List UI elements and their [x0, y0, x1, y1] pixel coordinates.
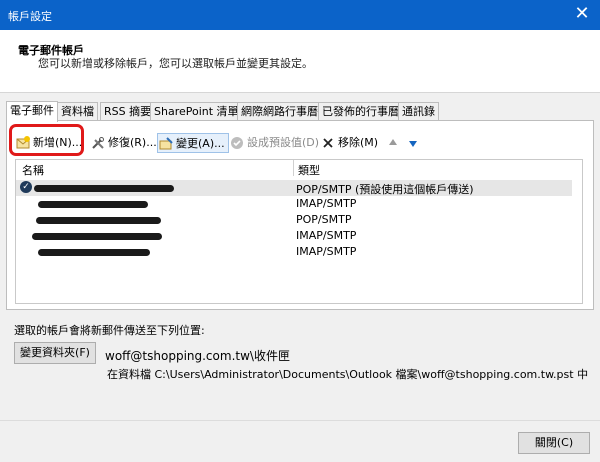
window-title: 帳戶設定 — [8, 10, 52, 23]
tab-strip: 電子郵件 資料檔 RSS 摘要 SharePoint 清單 網際網路行事曆 已發… — [6, 101, 594, 122]
tab-data-files[interactable]: 資料檔 — [57, 102, 98, 120]
new-mail-icon — [15, 135, 31, 151]
close-icon[interactable]: ✕ — [572, 4, 592, 24]
account-name-redacted — [38, 201, 148, 208]
account-name-redacted — [38, 249, 150, 256]
set-default-label: 設成預設值(D) — [247, 136, 320, 149]
new-account-label: 新增(N)... — [33, 136, 83, 149]
account-row[interactable]: IMAP/SMTP — [16, 244, 572, 260]
repair-label: 修復(R)... — [108, 136, 157, 149]
set-default-button[interactable]: 設成預設值(D) — [229, 133, 319, 153]
move-down-button[interactable] — [405, 133, 419, 153]
column-divider — [293, 160, 294, 176]
close-button[interactable]: 關閉(C) — [518, 432, 590, 454]
header-subtitle: 您可以新增或移除帳戶，您可以選取帳戶並變更其設定。 — [38, 57, 313, 70]
account-type: IMAP/SMTP — [296, 245, 357, 258]
arrow-down-icon — [405, 135, 421, 151]
tab-email[interactable]: 電子郵件 — [6, 101, 58, 122]
account-row[interactable]: IMAP/SMTP — [16, 196, 572, 212]
tab-published-calendars[interactable]: 已發佈的行事曆 — [318, 102, 403, 120]
repair-button[interactable]: 修復(R)... — [90, 133, 157, 153]
remove-button[interactable]: 移除(M) — [320, 133, 378, 153]
remove-x-icon — [320, 135, 336, 151]
account-type: POP/SMTP (預設使用這個帳戶傳送) — [296, 183, 474, 196]
account-list: 名稱 類型 ✓ POP/SMTP (預設使用這個帳戶傳送) IMAP/SMTP … — [15, 159, 583, 304]
default-check-icon: ✓ — [20, 181, 32, 193]
account-type: IMAP/SMTP — [296, 229, 357, 242]
tab-internet-calendars[interactable]: 網際網路行事曆 — [237, 102, 322, 120]
tab-sharepoint-lists[interactable]: SharePoint 清單 — [150, 102, 243, 120]
email-tab-panel: 新增(N)... 修復(R)... 變更(A)... 設成預設值(D) 移除(M… — [6, 120, 594, 310]
dialog-header: 電子郵件帳戶 您可以新增或移除帳戶，您可以選取帳戶並變更其設定。 — [0, 30, 600, 93]
change-label: 變更(A)... — [176, 137, 225, 150]
account-row[interactable]: ✓ POP/SMTP (預設使用這個帳戶傳送) — [16, 180, 572, 196]
tools-icon — [90, 135, 106, 151]
delivery-folder-path: woff@tshopping.com.tw\收件匣 — [105, 349, 290, 363]
delivery-data-file: 在資料檔 C:\Users\Administrator\Documents\Ou… — [107, 368, 589, 381]
arrow-up-icon — [385, 135, 401, 151]
account-type: IMAP/SMTP — [296, 197, 357, 210]
new-account-button[interactable]: 新增(N)... — [15, 133, 82, 153]
account-row[interactable]: POP/SMTP — [16, 212, 572, 228]
account-name-redacted — [34, 185, 174, 192]
title-bar: 帳戶設定 ✕ — [0, 0, 600, 30]
change-button[interactable]: 變更(A)... — [157, 133, 229, 153]
account-name-redacted — [36, 217, 161, 224]
account-name-redacted — [32, 233, 162, 240]
change-folder-button[interactable]: 變更資料夾(F) — [14, 342, 96, 364]
column-header-type[interactable]: 類型 — [298, 162, 320, 178]
remove-label: 移除(M) — [338, 136, 379, 149]
change-account-icon — [158, 136, 174, 152]
tab-rss-feeds[interactable]: RSS 摘要 — [100, 102, 156, 120]
column-header-name[interactable]: 名稱 — [22, 162, 44, 178]
move-up-button[interactable] — [385, 133, 399, 153]
delivery-location-label: 選取的帳戶會將新郵件傳送至下列位置: — [14, 324, 205, 337]
account-row[interactable]: IMAP/SMTP — [16, 228, 572, 244]
check-circle-icon — [229, 135, 245, 151]
account-type: POP/SMTP — [296, 213, 352, 226]
tab-address-books[interactable]: 通訊錄 — [398, 102, 439, 120]
footer-separator — [0, 420, 600, 421]
